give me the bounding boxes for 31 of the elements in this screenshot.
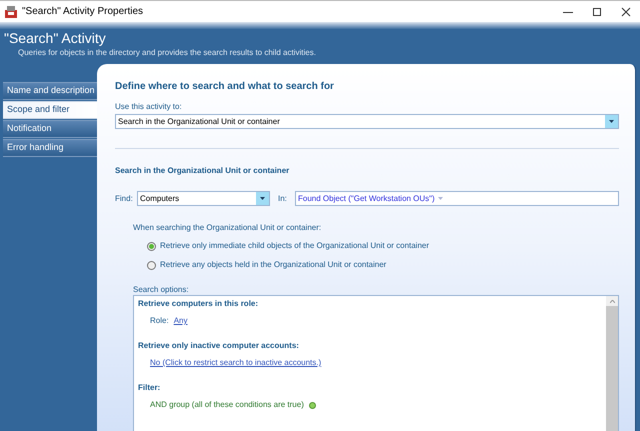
option-heading: Retrieve computers in this role:: [138, 299, 260, 309]
option-link[interactable]: Any: [174, 316, 188, 326]
radio-option[interactable]: Retrieve any objects held in the Organizational Unit or container: [147, 259, 619, 271]
field-label: Find:: [115, 192, 134, 204]
option-heading: Retrieve only inactive computer accounts:: [138, 341, 300, 351]
sidebar-tab[interactable]: Error handling: [3, 139, 97, 157]
close-icon: [620, 6, 630, 16]
add-condition-icon[interactable]: [308, 402, 316, 408]
maximize-icon: [592, 6, 602, 16]
option-heading: Filter:: [138, 383, 162, 393]
sidebar-tab[interactable]: Name and description: [3, 82, 97, 100]
activity-title: "Search" Activity: [4, 29, 107, 47]
dropdown-arrow-icon: [438, 197, 443, 200]
field-label: When searching the Organizational Unit or container:: [133, 223, 322, 233]
radio-option[interactable]: Retrieve only immediate child objects of the Organizational Unit or container: [147, 240, 619, 252]
section-heading: Search in the Organizational Unit or container: [115, 166, 290, 176]
location-field[interactable]: Found Object ("Get Workstation OUs"): [295, 191, 619, 206]
field-label: In:: [278, 192, 288, 204]
sidebar-tab[interactable]: Scope and filter: [3, 101, 97, 119]
app-icon: [5, 6, 17, 18]
option-link[interactable]: No (Click to restrict search to inactive accounts.): [150, 358, 322, 368]
sidebar-tab[interactable]: Notification: [3, 120, 97, 138]
window-title: "Search" Activity Properties: [22, 5, 144, 19]
activity-description: Queries for objects in the directory and provides the search results to child activities.: [18, 47, 317, 58]
section-heading: Define where to search and what to search for: [115, 81, 335, 93]
dropdown[interactable]: Search in the Organizational Unit or container: [115, 114, 619, 129]
field-label: Search options:: [133, 285, 190, 295]
field-label: Role:: [150, 316, 169, 326]
field-label: Use this activity to:: [115, 102, 183, 112]
dropdown[interactable]: Computers: [137, 191, 270, 206]
filter-group-label: AND group (all of these conditions are true): [150, 400, 304, 410]
